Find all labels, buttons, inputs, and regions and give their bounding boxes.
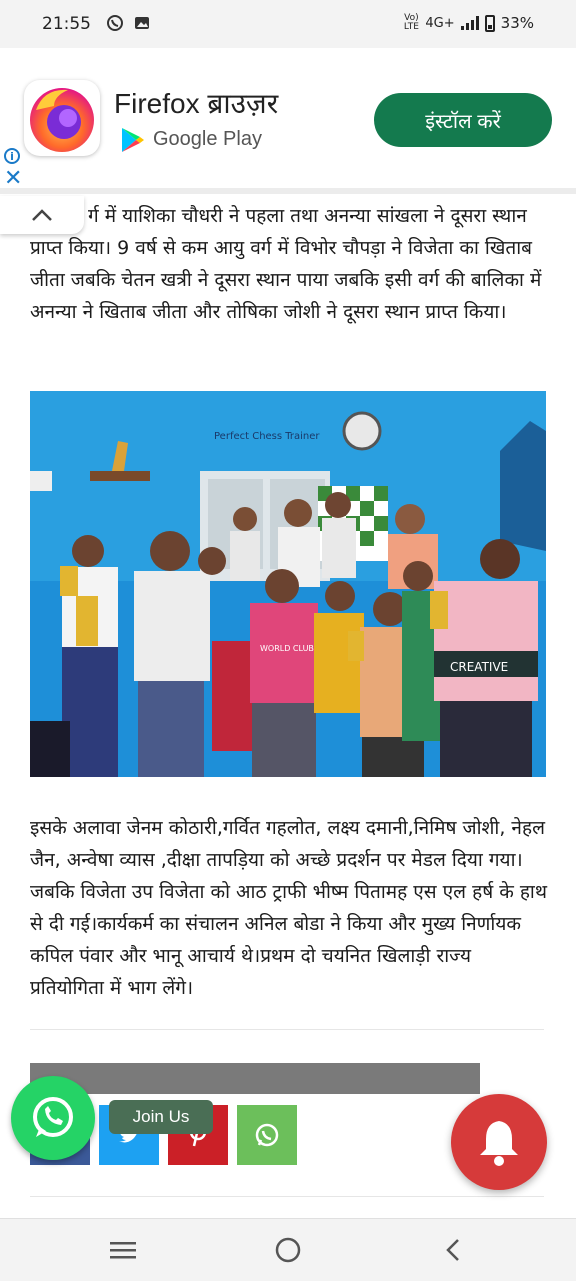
recent-apps-button[interactable] <box>108 1235 138 1265</box>
notification-bell-button[interactable] <box>451 1094 547 1190</box>
whatsapp-icon <box>33 1097 73 1137</box>
chevron-up-icon <box>32 209 52 221</box>
navigation-bar <box>0 1218 576 1281</box>
google-play-icon <box>122 128 144 152</box>
bell-icon <box>480 1121 518 1166</box>
share-bar-placeholder <box>30 1063 480 1094</box>
photo-shirt-text-1: CREATIVE <box>450 660 508 674</box>
article-paragraph: र्ग में याशिका चौधरी ने पहला तथा अनन्या … <box>30 205 542 323</box>
ad-close-icon[interactable]: ✕ <box>4 168 22 190</box>
install-button[interactable]: इंस्टॉल करें <box>374 93 552 147</box>
gallery-notification-icon <box>135 17 149 29</box>
ad-store-label: Google Play <box>153 128 262 150</box>
collapse-ad-button[interactable] <box>0 196 84 234</box>
article-paragraph: इसके अलावा जेनम कोठारी,गर्वित गहलोत, लक्… <box>30 817 547 999</box>
whatsapp-notification-icon <box>107 15 123 31</box>
home-circle-icon <box>275 1237 301 1263</box>
menu-icon <box>110 1242 136 1259</box>
divider <box>30 1196 544 1197</box>
network-label: 4G+ <box>425 15 455 31</box>
whatsapp-icon <box>255 1123 279 1147</box>
home-button[interactable] <box>273 1235 303 1265</box>
ad-divider <box>0 188 576 194</box>
join-us-button[interactable]: Join Us <box>109 1100 213 1134</box>
battery-icon <box>484 14 495 32</box>
status-time: 21:55 <box>42 14 91 34</box>
status-bar: 21:55 Vo) LTE 4G+ 33% <box>0 0 576 48</box>
battery-percent: 33% <box>500 14 534 32</box>
photo-sign-text: Perfect Chess Trainer <box>214 431 320 442</box>
firefox-logo-icon[interactable] <box>24 80 100 156</box>
back-button[interactable] <box>438 1235 468 1265</box>
volte-icon: Vo) LTE <box>403 13 419 32</box>
status-icons: Vo) LTE 4G+ 33% <box>403 13 534 33</box>
ad-info-icon[interactable]: i <box>4 148 20 164</box>
chevron-left-icon <box>446 1239 459 1261</box>
ad-title[interactable]: Firefox ब्राउज़र <box>114 84 278 122</box>
divider <box>30 1029 544 1030</box>
article-photo[interactable]: Perfect Chess Trainer WORLD CLUB CREATIV… <box>30 391 546 777</box>
photo-shirt-text-2: WORLD CLUB <box>260 644 314 653</box>
signal-icon <box>460 16 479 30</box>
whatsapp-float-button[interactable] <box>11 1076 95 1160</box>
share-whatsapp-button[interactable] <box>237 1105 297 1165</box>
